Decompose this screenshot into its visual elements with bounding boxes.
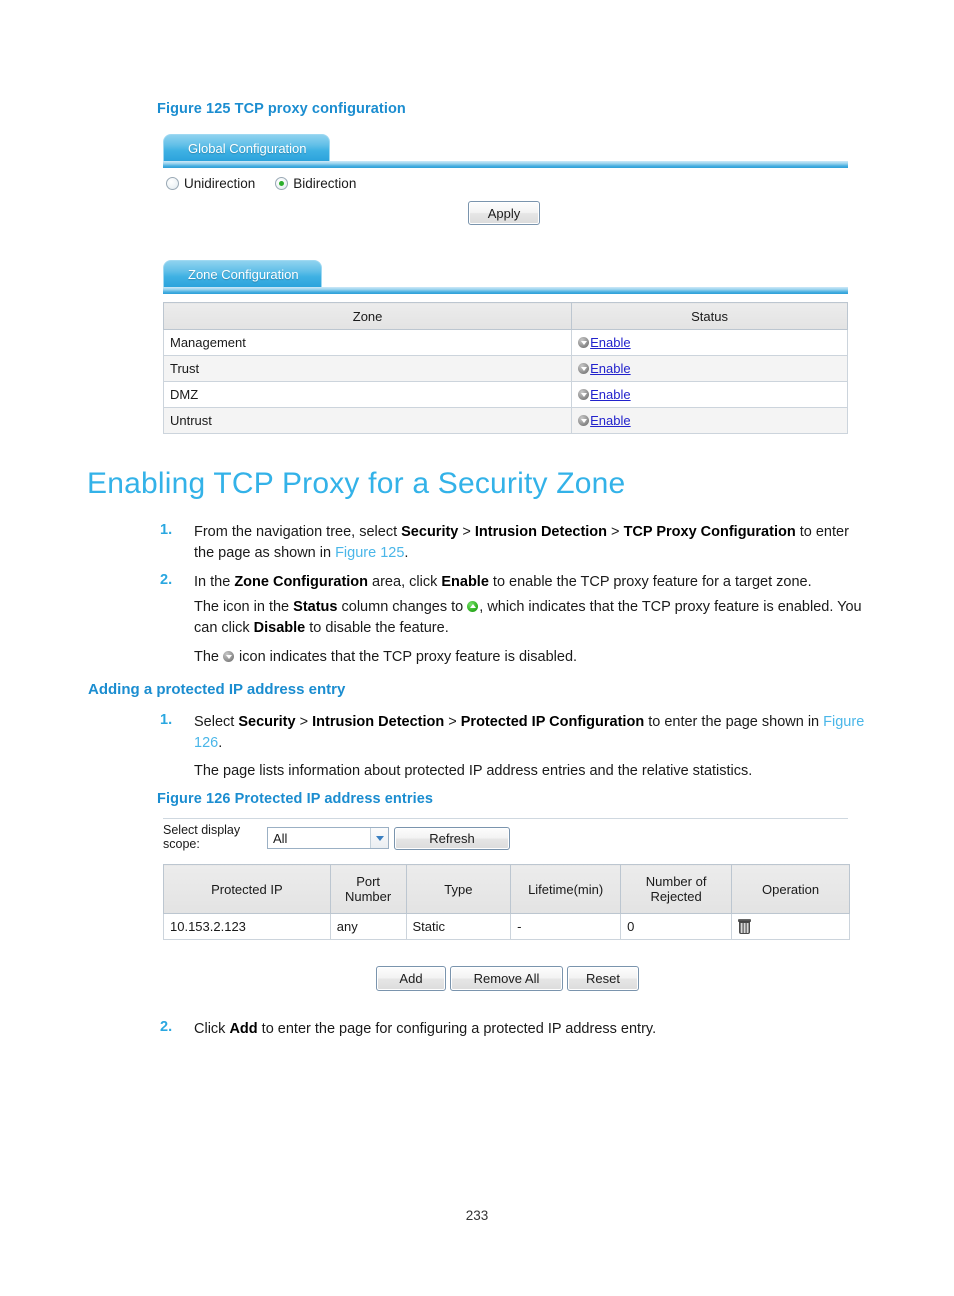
- figure-126-xref-b[interactable]: 126: [194, 735, 218, 751]
- protected-step-number-1: 1.: [160, 712, 173, 728]
- radio-bidirection-label: Bidirection: [293, 176, 357, 191]
- zone-status-cell: Enable: [571, 407, 848, 434]
- figure-126-xref-a[interactable]: Figure: [823, 714, 864, 730]
- figure-125-caption: Figure 125 TCP proxy configuration: [157, 101, 406, 117]
- table-row: 10.153.2.123 any Static - 0: [163, 913, 850, 940]
- zone-table: Zone Status Management Enable Trust Enab…: [162, 302, 848, 434]
- protected-step-2-text: Click Add to enter the page for configur…: [194, 1021, 657, 1037]
- enable-link[interactable]: Enable: [590, 413, 630, 428]
- direction-radio-group[interactable]: Unidirection Bidirection: [166, 176, 356, 191]
- step-number-1: 1.: [160, 522, 173, 538]
- enable-link[interactable]: Enable: [590, 361, 630, 376]
- zone-table-header-status: Status: [571, 302, 848, 330]
- circle-down-icon: [578, 363, 590, 374]
- cell-lifetime: -: [510, 913, 622, 940]
- protected-step-1-note: The page lists information about protect…: [194, 763, 753, 779]
- refresh-button[interactable]: Refresh: [394, 827, 510, 850]
- scope-label: Select display scope:: [163, 823, 240, 851]
- page-number: 233: [465, 1208, 489, 1223]
- table-row: Management Enable: [162, 329, 848, 356]
- global-configuration-tab-wrap: Global Configuration: [163, 134, 330, 161]
- zone-name-cell: Trust: [162, 355, 573, 382]
- zone-configuration-tab-underline: [163, 287, 848, 294]
- page-title: Enabling TCP Proxy for a Security Zone: [87, 467, 626, 500]
- header-type: Type: [405, 864, 512, 914]
- step-number-2: 2.: [160, 572, 173, 588]
- remove-all-button[interactable]: Remove All: [450, 966, 563, 991]
- cell-number-rejected: 0: [620, 913, 733, 940]
- zone-configuration-tab-wrap: Zone Configuration: [163, 260, 322, 287]
- radio-unidirection[interactable]: [166, 177, 179, 190]
- circle-up-icon: [467, 601, 479, 612]
- zone-status-cell: Enable: [571, 355, 848, 382]
- apply-button[interactable]: Apply: [468, 201, 540, 225]
- cell-type: Static: [405, 913, 512, 940]
- step-1-text: From the navigation tree, select Securit…: [194, 524, 849, 561]
- figure-126-top-rule: [163, 818, 848, 819]
- display-scope-select[interactable]: All: [267, 827, 389, 849]
- zone-status-cell: Enable: [571, 329, 848, 356]
- header-lifetime: Lifetime(min): [510, 864, 622, 914]
- tab-global-configuration[interactable]: Global Configuration: [163, 134, 330, 161]
- radio-unidirection-label: Unidirection: [184, 176, 256, 191]
- table-row: DMZ Enable: [162, 381, 848, 408]
- chevron-down-icon[interactable]: [370, 828, 388, 848]
- step-2-note-disabled: The icon indicates that the TCP proxy fe…: [194, 649, 578, 665]
- cell-port-number: any: [329, 913, 407, 940]
- enable-link[interactable]: Enable: [590, 387, 630, 402]
- zone-status-cell: Enable: [571, 381, 848, 408]
- table-row: Untrust Enable: [162, 407, 848, 434]
- step-2-text: In the Zone Configuration area, click En…: [194, 574, 812, 590]
- protected-ip-table: Protected IP Port Number Type Lifetime(m…: [163, 864, 850, 940]
- global-configuration-tab-underline: [163, 161, 848, 168]
- protected-ip-table-header-row: Protected IP Port Number Type Lifetime(m…: [163, 864, 850, 914]
- document-page: Figure 125 TCP proxy configuration Globa…: [0, 0, 954, 1296]
- zone-name-cell: DMZ: [162, 381, 573, 408]
- zone-table-header-row: Zone Status: [162, 302, 848, 330]
- header-operation: Operation: [731, 864, 850, 914]
- header-number-rejected: Number of Rejected: [620, 864, 733, 914]
- display-scope-value: All: [273, 830, 288, 846]
- circle-down-icon: [223, 651, 235, 662]
- trash-icon[interactable]: [738, 919, 752, 934]
- figure-126-caption: Figure 126 Protected IP address entries: [157, 791, 434, 807]
- reset-button[interactable]: Reset: [567, 966, 639, 991]
- zone-name-cell: Untrust: [162, 407, 573, 434]
- zone-table-header-zone: Zone: [162, 302, 573, 330]
- cell-protected-ip: 10.153.2.123: [163, 913, 331, 940]
- table-row: Trust Enable: [162, 355, 848, 382]
- add-button[interactable]: Add: [376, 966, 446, 991]
- cell-operation: [731, 913, 850, 940]
- step-2-note-enabled: The icon in the Status column changes to…: [194, 599, 862, 636]
- enable-link[interactable]: Enable: [590, 335, 630, 350]
- figure-125-xref[interactable]: Figure 125: [335, 545, 404, 561]
- circle-down-icon: [578, 415, 590, 426]
- tab-zone-configuration[interactable]: Zone Configuration: [163, 260, 322, 287]
- circle-down-icon: [578, 389, 590, 400]
- scope-label-line2: scope:: [163, 837, 200, 851]
- section-heading: Adding a protected IP address entry: [88, 681, 346, 698]
- protected-step-1-text: Select Security > Intrusion Detection > …: [194, 714, 865, 751]
- circle-down-icon: [578, 337, 590, 348]
- header-port-number: Port Number: [329, 864, 407, 914]
- scope-label-line1: Select display: [163, 823, 241, 837]
- header-protected-ip: Protected IP: [163, 864, 331, 914]
- radio-bidirection[interactable]: [275, 177, 289, 190]
- zone-name-cell: Management: [162, 329, 573, 356]
- protected-step-number-2: 2.: [160, 1019, 173, 1035]
